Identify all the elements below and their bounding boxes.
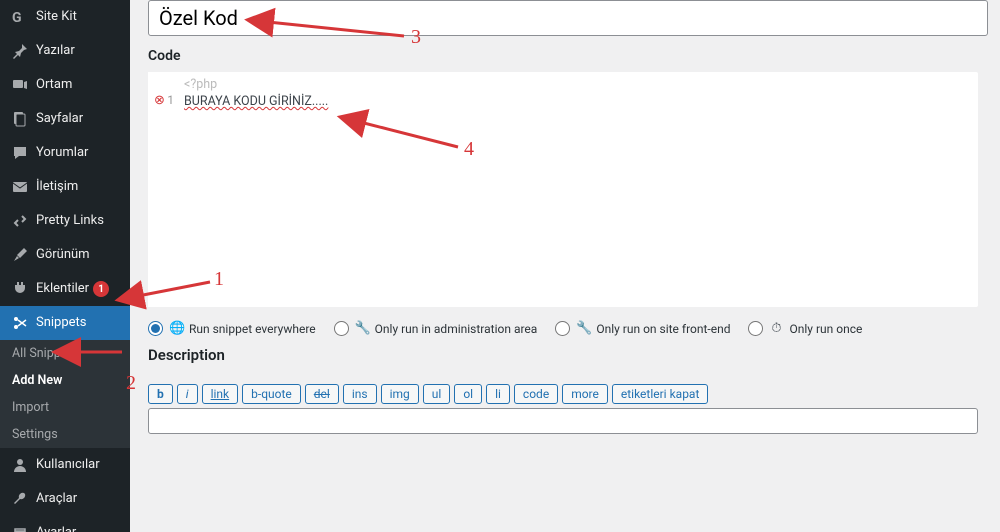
submenu-add-new[interactable]: Add New [0,367,130,394]
brush-icon [10,246,30,264]
description-textarea[interactable] [148,408,978,434]
clock-icon: ⏱ [769,321,783,336]
run-opt-label: Only run on site front-end [596,322,730,336]
sidebar-item-tools[interactable]: Araçlar [0,482,130,516]
run-everywhere[interactable]: 🌐 Run snippet everywhere [148,321,316,336]
main-content: Code ⊗ 1 <?php BURAYA KODU GİRİNİZ..... … [130,0,1000,532]
tool-icon [10,490,30,508]
qt-b[interactable]: b [148,384,173,404]
qt-ins[interactable]: ins [343,384,377,404]
run-everywhere-radio[interactable] [148,321,163,336]
sidebar-item-label: Araçlar [36,491,77,507]
run-opt-label: Only run in administration area [375,322,538,336]
page-icon [10,110,30,128]
submenu-all-snippets[interactable]: All Snippets [0,340,130,367]
qt-ol[interactable]: ol [454,384,482,404]
annotation-1: 1 [214,268,224,291]
annotation-3: 3 [411,26,421,49]
run-admin[interactable]: 🔧 Only run in administration area [334,321,538,336]
description-label: Description [148,346,1000,364]
globe-icon: 🌐 [169,321,183,336]
run-scope-row: 🌐 Run snippet everywhere 🔧 Only run in a… [148,321,1000,336]
qt-link[interactable]: link [202,384,239,404]
annotation-4: 4 [464,138,474,161]
error-icon: ⊗ [154,93,165,108]
settings-icon [10,524,30,532]
sidebar-item-label: İletişim [36,179,78,195]
qt-more[interactable]: more [562,384,608,404]
sidebar-item-settings[interactable]: Ayarlar [0,516,130,532]
link-icon [10,212,30,230]
run-frontend[interactable]: 🔧 Only run on site front-end [555,321,730,336]
qt-i[interactable]: i [177,384,198,404]
sidebar-item-plugins[interactable]: Eklentiler 1 [0,272,130,306]
sidebar-item-contact[interactable]: İletişim [0,170,130,204]
run-admin-radio[interactable] [334,321,349,336]
annotation-2: 2 [126,372,136,395]
scissors-icon [10,314,30,332]
sidebar-item-label: Yazılar [36,43,75,59]
qt-close[interactable]: etiketleri kapat [612,384,709,404]
sidebar-item-label: Sayfalar [36,111,83,127]
qt-ul[interactable]: ul [423,384,451,404]
sidebar-item-label: Yorumlar [36,145,88,161]
code-placeholder: <?php [184,76,972,93]
qt-bquote[interactable]: b-quote [242,384,301,404]
editor-gutter: ⊗ 1 [148,72,178,307]
sidebar-item-label: Eklentiler [36,281,89,297]
submenu-settings[interactable]: Settings [0,421,130,448]
sidebar-item-label: Görünüm [36,247,90,263]
snippet-title-wrap [148,0,988,36]
sidebar-item-snippets[interactable]: Snippets [0,306,130,340]
svg-text:G: G [12,10,22,25]
quicktags-toolbar: b i link b-quote del ins img ul ol li co… [148,384,1000,404]
sidebar-item-label: Pretty Links [36,213,104,229]
snippet-title-input[interactable] [148,0,988,36]
submenu-import[interactable]: Import [0,394,130,421]
sidebar-item-posts[interactable]: Yazılar [0,34,130,68]
qt-img[interactable]: img [381,384,419,404]
sitekit-icon: G [10,8,30,26]
code-editor[interactable]: ⊗ 1 <?php BURAYA KODU GİRİNİZ..... [148,72,978,307]
sidebar-item-pages[interactable]: Sayfalar [0,102,130,136]
editor-textarea[interactable]: <?php BURAYA KODU GİRİNİZ..... [178,72,978,307]
media-icon [10,76,30,94]
sidebar-item-label: Site Kit [36,9,77,25]
sidebar-item-label: Kullanıcılar [36,457,100,473]
code-line: BURAYA KODU GİRİNİZ..... [184,93,972,110]
qt-del[interactable]: del [305,384,339,404]
run-once-radio[interactable] [748,321,763,336]
plugin-icon [10,280,30,298]
user-icon [10,456,30,474]
sidebar-item-sitekit[interactable]: G Site Kit [0,0,130,34]
update-badge: 1 [93,281,109,297]
sidebar-item-label: Snippets [36,315,87,331]
admin-sidebar: G Site Kit Yazılar Ortam Sayfalar Yoruml… [0,0,130,532]
sidebar-item-prettylinks[interactable]: Pretty Links [0,204,130,238]
sidebar-item-appearance[interactable]: Görünüm [0,238,130,272]
code-section-label: Code [148,48,1000,64]
mail-icon [10,178,30,196]
run-frontend-radio[interactable] [555,321,570,336]
run-once[interactable]: ⏱ Only run once [748,321,862,336]
wrench-icon: 🔧 [355,321,369,336]
wrench-icon: 🔧 [576,321,590,336]
sidebar-item-media[interactable]: Ortam [0,68,130,102]
sidebar-item-label: Ayarlar [36,525,76,532]
sidebar-item-users[interactable]: Kullanıcılar [0,448,130,482]
qt-code[interactable]: code [514,384,558,404]
run-opt-label: Run snippet everywhere [189,322,316,336]
sidebar-item-label: Ortam [36,77,72,93]
pin-icon [10,42,30,60]
run-opt-label: Only run once [789,322,862,336]
sidebar-item-comments[interactable]: Yorumlar [0,136,130,170]
comment-icon [10,144,30,162]
qt-li[interactable]: li [486,384,510,404]
